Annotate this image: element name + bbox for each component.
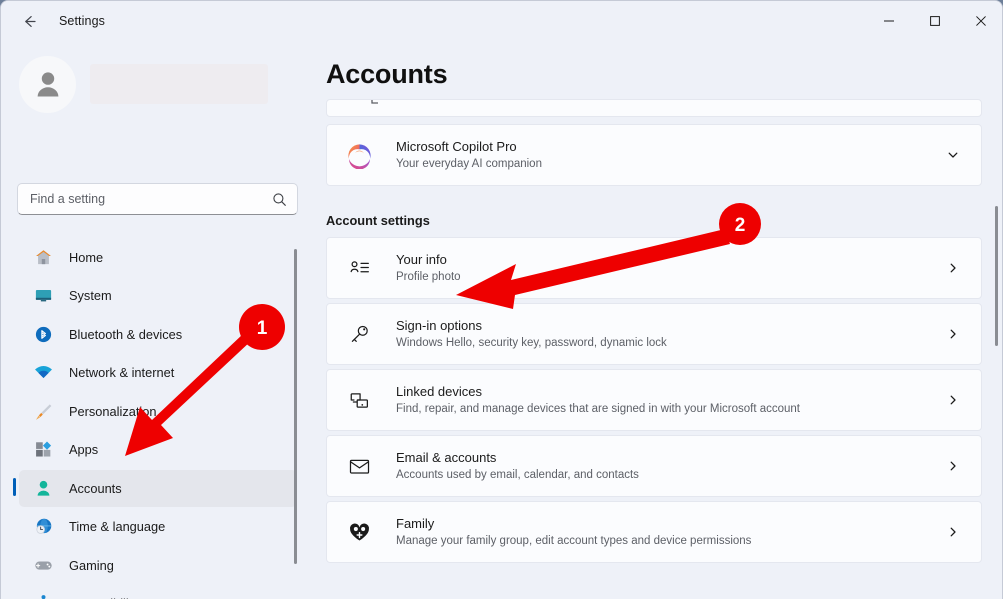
row-subtitle: Manage your family group, edit account t… [396, 535, 752, 547]
copilot-pro-card[interactable]: Microsoft Copilot Pro Your everyday AI c… [326, 124, 982, 186]
chevron-down-icon[interactable] [942, 144, 964, 166]
minimize-icon [884, 20, 894, 22]
system-icon [33, 286, 53, 306]
row-linked-devices[interactable]: Linked devices Find, repair, and manage … [326, 369, 982, 431]
row-subtitle: Profile photo [396, 271, 461, 283]
default-user-avatar-icon [37, 72, 58, 97]
row-email-accounts[interactable]: Email & accounts Accounts used by email,… [326, 435, 982, 497]
username-redacted [90, 64, 268, 104]
row-sign-in-options[interactable]: Sign-in options Windows Hello, security … [326, 303, 982, 365]
sidebar-item-label: System [69, 288, 112, 303]
sidebar-item-bluetooth-devices[interactable]: Bluetooth & devices [19, 316, 297, 353]
linked-devices-icon [344, 385, 374, 415]
sidebar-item-home[interactable]: Home [19, 239, 297, 276]
back-button[interactable] [13, 5, 45, 37]
search-icon [273, 192, 286, 206]
back-arrow-icon [24, 15, 36, 27]
page-title: Accounts [326, 59, 448, 89]
family-heart-icon [344, 517, 374, 547]
search-input[interactable] [30, 192, 272, 206]
personalization-icon [33, 401, 53, 421]
gaming-icon [33, 555, 53, 575]
row-title: Sign-in options [396, 318, 482, 333]
settings-window: Settings Find a setting Home System Blue… [0, 0, 1003, 599]
sidebar-item-system[interactable]: System [19, 277, 297, 314]
sidebar-item-accessibility[interactable]: Accessibility [19, 585, 297, 599]
sidebar-item-label: Personalization [69, 403, 157, 419]
row-sign-in-options-text: Sign-in options Windows Hello, security … [396, 317, 942, 351]
sidebar-item-label: Bluetooth & devices [69, 326, 183, 342]
row-email-accounts-text: Email & accounts Accounts used by email,… [396, 449, 942, 483]
apps-icon [33, 440, 53, 460]
sidebar-item-personalization[interactable]: Personalization [19, 393, 297, 430]
copilot-card-title: Microsoft Copilot Pro [396, 139, 517, 154]
copilot-card-subtitle: Your everyday AI companion [396, 158, 542, 170]
sidebar-nav: Home System Bluetooth & devices Network … [1, 237, 311, 599]
sidebar-item-accounts[interactable]: Accounts [13, 469, 297, 507]
accounts-icon [33, 478, 53, 498]
partial-card-above[interactable] [326, 99, 982, 117]
row-family[interactable]: Family Manage your family group, edit ac… [326, 501, 982, 563]
row-title: Family [396, 516, 435, 531]
chevron-right-icon[interactable] [942, 521, 964, 543]
settings-scroll-area: Microsoft Copilot Pro Your everyday AI c… [311, 99, 1002, 599]
chevron-right-icon[interactable] [942, 455, 964, 477]
sidebar-scrollbar[interactable] [294, 249, 297, 564]
maximize-icon [930, 16, 940, 26]
maximize-button[interactable] [912, 1, 958, 41]
envelope-icon [344, 451, 374, 481]
avatar [19, 55, 76, 113]
sidebar-item-label: Gaming [69, 557, 114, 573]
copilot-icon [344, 140, 374, 170]
sidebar-item-time-language[interactable]: Time & language [19, 508, 297, 545]
title-bar: Settings [1, 1, 1002, 41]
row-subtitle: Find, repair, and manage devices that ar… [396, 403, 800, 415]
close-button[interactable] [958, 1, 1002, 41]
minimize-button[interactable] [866, 1, 912, 41]
sidebar-item-label: Time & language [69, 519, 166, 534]
section-heading: Account settings [326, 213, 430, 228]
search-box[interactable] [17, 183, 298, 215]
bluetooth-icon [33, 324, 53, 344]
key-icon [344, 319, 374, 349]
window-controls [866, 1, 1002, 41]
sidebar-item-gaming[interactable]: Gaming [19, 547, 297, 584]
chevron-right-icon[interactable] [942, 257, 964, 279]
row-family-text: Family Manage your family group, edit ac… [396, 515, 942, 549]
main-scrollbar[interactable] [995, 206, 998, 346]
row-subtitle: Accounts used by email, calendar, and co… [396, 469, 639, 481]
window-title: Settings [59, 14, 105, 28]
row-your-info[interactable]: Your info Profile photo [326, 237, 982, 299]
copilot-card-text: Microsoft Copilot Pro Your everyday AI c… [396, 138, 942, 172]
row-your-info-text: Your info Profile photo [396, 251, 942, 285]
time-language-icon [33, 517, 53, 537]
sidebar: Home System [1, 41, 311, 599]
sidebar-item-label: Accounts [69, 480, 122, 496]
row-subtitle: Windows Hello, security key, password, d… [396, 337, 667, 349]
home-icon [33, 247, 53, 267]
network-icon [33, 363, 53, 383]
row-title: Email & accounts [396, 450, 497, 465]
accessibility-icon [33, 594, 53, 599]
row-linked-devices-text: Linked devices Find, repair, and manage … [396, 383, 942, 417]
row-title: Your info [396, 252, 447, 267]
user-profile[interactable] [19, 53, 284, 115]
chevron-right-icon[interactable] [942, 389, 964, 411]
sidebar-item-network-internet[interactable]: Network & internet [19, 354, 297, 391]
chevron-right-icon[interactable] [942, 323, 964, 345]
close-icon [976, 16, 986, 26]
partial-icon [371, 100, 378, 104]
main-content: Accounts Microsoft Copilot Pro Your ever… [311, 41, 1002, 599]
your-info-icon [344, 253, 374, 283]
sidebar-item-label: Apps [69, 442, 99, 457]
sidebar-item-apps[interactable]: Apps [19, 431, 297, 468]
sidebar-item-label: Network & internet [69, 365, 175, 380]
sidebar-item-label: Home [69, 249, 104, 265]
row-title: Linked devices [396, 384, 482, 399]
